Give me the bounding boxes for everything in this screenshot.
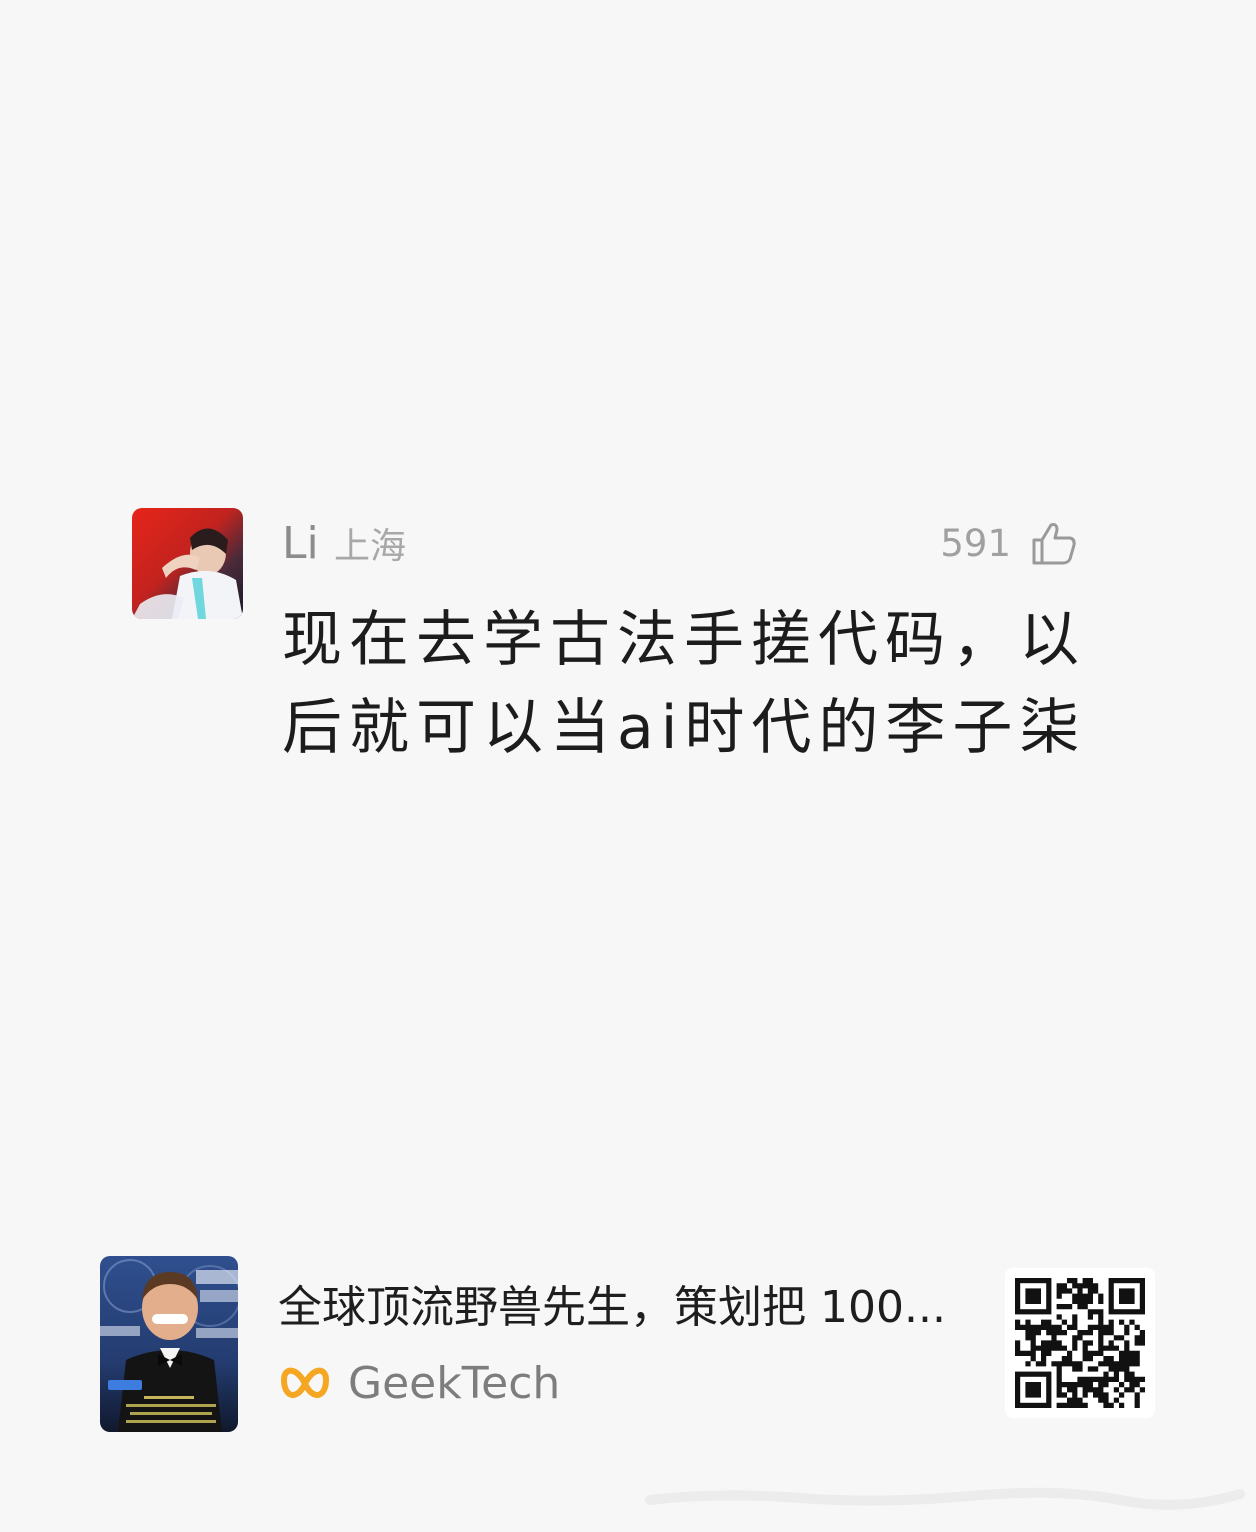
geektech-logo-icon (281, 1367, 329, 1398)
comment-header: Li 上海 591 (282, 516, 1077, 572)
thumbnail-photo-icon (100, 1256, 238, 1432)
qr-code-icon (1015, 1278, 1145, 1408)
article-source: GeekTech (280, 1356, 560, 1412)
qr-finder-inner (1025, 1382, 1041, 1398)
article-thumbnail[interactable] (100, 1256, 238, 1432)
avatar-photo-icon (132, 508, 243, 619)
user-location: 上海 (334, 526, 407, 567)
qr-finder-inner (1119, 1288, 1135, 1304)
watermark-scribble-icon (645, 1487, 1245, 1510)
user-name[interactable]: Li (282, 516, 319, 572)
article-title[interactable]: 全球顶流野兽先生，策划把 100... (278, 1280, 958, 1336)
source-name: GeekTech (348, 1358, 561, 1409)
like-button[interactable]: 591 (940, 516, 1077, 572)
share-card[interactable]: 全球顶流野兽先生，策划把 100... GeekTech (100, 1256, 1160, 1432)
comment-text: 现在去学古法手搓代码，以后就可以当ai时代的李子柒 (282, 605, 1087, 763)
user-avatar[interactable] (132, 508, 243, 619)
thumbs-up-icon[interactable] (1031, 521, 1077, 567)
like-count: 591 (940, 522, 1011, 565)
screenshot-page: Li 上海 591 现在去学古法手搓代码，以后就可以当ai时代的李子柒 全球顶流… (0, 0, 1256, 1532)
qr-code (1005, 1268, 1155, 1418)
qr-finder-inner (1025, 1288, 1041, 1304)
